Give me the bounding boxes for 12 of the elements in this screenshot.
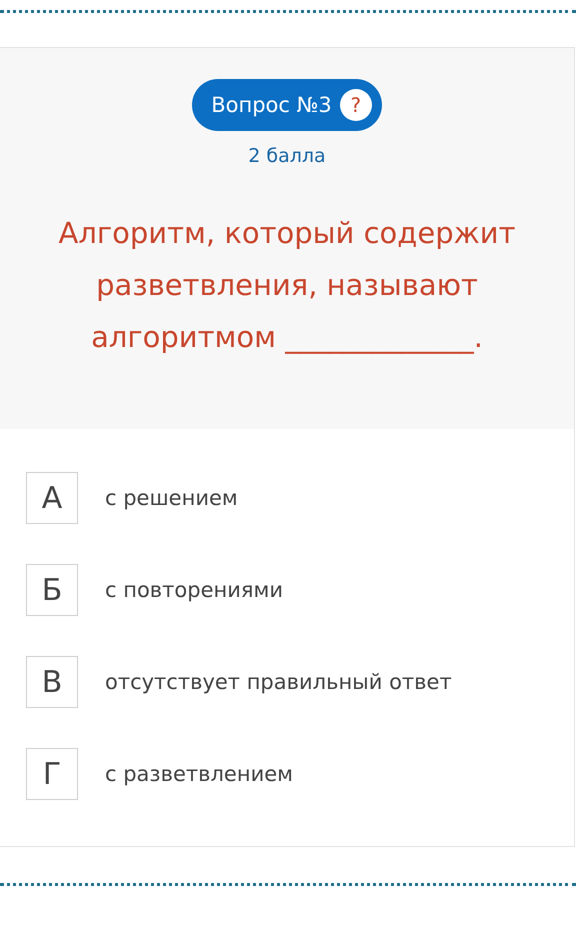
option-letter[interactable]: В <box>26 656 78 708</box>
help-button[interactable]: ? <box>340 89 372 121</box>
question-number: Вопрос №3 <box>211 93 332 117</box>
option-letter[interactable]: А <box>26 472 78 524</box>
option-text: с решением <box>105 486 238 510</box>
option-text: отсутствует правильный ответ <box>105 670 452 694</box>
question-text: Алгоритм, который содержит разветвления, называют алгоритмом _____________. <box>58 215 516 356</box>
option-letter[interactable]: Г <box>26 748 78 800</box>
option-text: с повторениями <box>105 578 284 602</box>
points-label: 2 балла <box>248 145 326 167</box>
option-text: с разветвлением <box>105 762 293 786</box>
option-letter[interactable]: Б <box>26 564 78 616</box>
